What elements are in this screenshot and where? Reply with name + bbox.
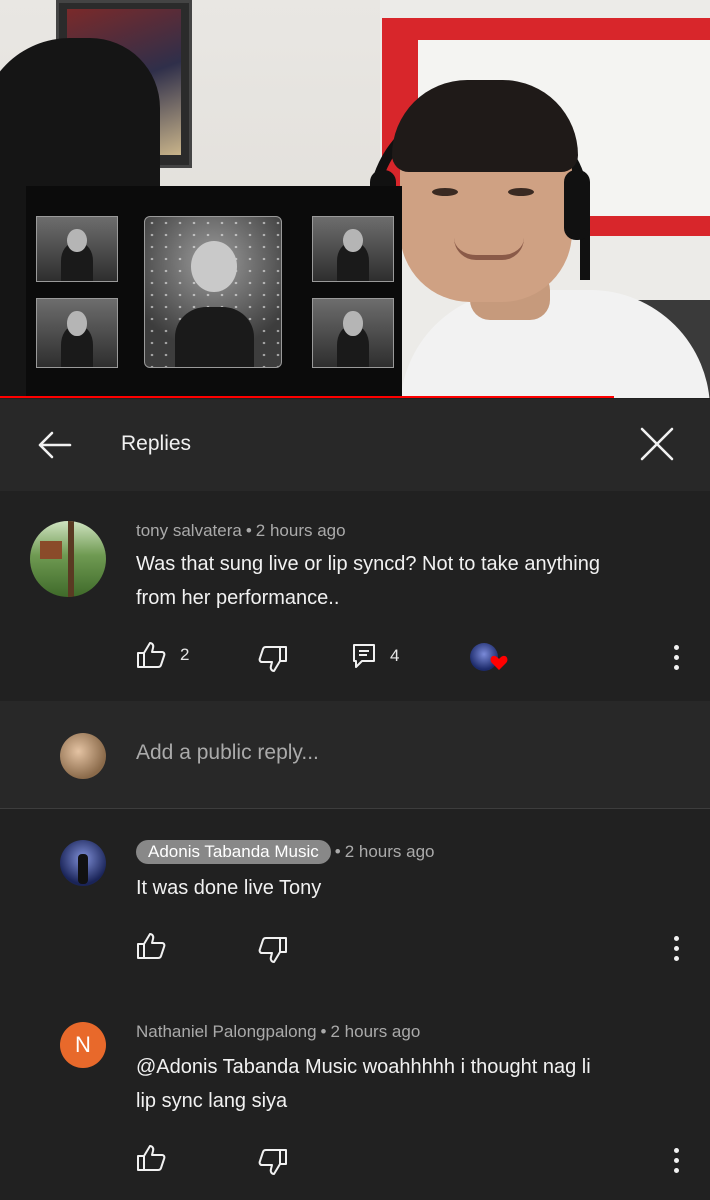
more-options-button[interactable]: [664, 639, 688, 675]
more-options-button[interactable]: [664, 930, 688, 966]
comment-text-line-1: Was that sung live or lip syncd? Not to …: [136, 553, 600, 575]
avatar[interactable]: [60, 840, 106, 886]
back-button[interactable]: [30, 419, 78, 471]
back-arrow-icon: [38, 431, 72, 459]
collage-tile-main: [144, 216, 282, 368]
like-button[interactable]: [136, 1144, 166, 1172]
comment-meta: tony salvatera • 2 hours ago: [136, 521, 346, 540]
dislike-button[interactable]: [258, 936, 288, 964]
video-person-smile: [454, 238, 524, 260]
main-comment: tony salvatera • 2 hours ago Was that sung…: [0, 491, 710, 701]
creator-heart-badge: [470, 641, 510, 675]
reply-meta: Nathaniel Palongpalong • 2 hours ago: [136, 1022, 421, 1041]
dislike-button[interactable]: [258, 1148, 288, 1176]
collage-tile-2: [36, 298, 118, 368]
reply-icon: [353, 644, 375, 668]
reply-text: It was done live Tony: [136, 877, 322, 899]
avatar-figure: [78, 854, 88, 884]
comment-text: Was that sung live or lip syncd? Not to …: [136, 547, 600, 615]
reply-author[interactable]: Nathaniel Palongpalong: [136, 1022, 317, 1041]
reply-text: @Adonis Tabanda Music woahhhhh i thought…: [136, 1050, 591, 1118]
reply-author-badge[interactable]: Adonis Tabanda Music: [136, 840, 331, 864]
thumbs-down-icon: [258, 646, 287, 672]
avatar[interactable]: [30, 521, 106, 597]
more-vert-icon: [673, 644, 679, 650]
thumbs-up-icon: [137, 642, 166, 668]
reply-time: 2 hours ago: [330, 1022, 421, 1041]
collage-tile-3: [312, 216, 394, 282]
page-title: Replies: [121, 432, 192, 455]
video-person-eye-left: [432, 188, 458, 196]
heart-icon: [490, 655, 508, 670]
reply-text-line-1: @Adonis Tabanda Music woahhhhh i thought…: [136, 1056, 591, 1078]
reply-text-line-2: lip sync lang siya: [136, 1090, 288, 1112]
reply-input-bar[interactable]: Add a public reply...: [0, 701, 710, 809]
video-person-eye-right: [508, 188, 534, 196]
avatar: [60, 733, 106, 779]
close-icon: [640, 427, 674, 461]
comment-author[interactable]: tony salvatera: [136, 521, 242, 540]
like-count: 2: [180, 645, 190, 664]
avatar[interactable]: N: [60, 1022, 106, 1068]
avatar-house: [40, 541, 62, 559]
reply-input[interactable]: Add a public reply...: [136, 741, 319, 765]
thumbs-down-icon: [258, 1149, 287, 1175]
reply-list: Adonis Tabanda Music • 2 hours ago It was …: [0, 810, 710, 1200]
more-vert-icon: [673, 935, 679, 941]
comment-time: 2 hours ago: [255, 521, 346, 540]
reply-count-button[interactable]: 4: [352, 643, 399, 669]
more-options-button[interactable]: [664, 1142, 688, 1178]
collage-tile-1: [36, 216, 118, 282]
more-vert-icon: [673, 1147, 679, 1153]
dislike-button[interactable]: [258, 645, 288, 673]
video-player[interactable]: [0, 0, 710, 398]
video-progress-bar[interactable]: [0, 396, 614, 398]
avatar-tree: [68, 521, 74, 597]
like-button[interactable]: 2: [136, 641, 189, 669]
like-button[interactable]: [136, 932, 166, 960]
reply-meta: Adonis Tabanda Music • 2 hours ago: [136, 840, 435, 864]
thumbs-up-icon: [137, 933, 166, 959]
thumbs-up-icon: [137, 1145, 166, 1171]
headphone-cup-right: [564, 170, 590, 240]
thumbs-down-icon: [258, 937, 287, 963]
comment-text-line-2: from her performance..: [136, 587, 340, 609]
close-button[interactable]: [632, 419, 682, 469]
replies-header: Replies: [0, 399, 710, 491]
reply-count: 4: [390, 646, 400, 665]
video-inset-collage: [26, 186, 402, 396]
reply-time: 2 hours ago: [344, 842, 435, 861]
collage-tile-4: [312, 298, 394, 368]
